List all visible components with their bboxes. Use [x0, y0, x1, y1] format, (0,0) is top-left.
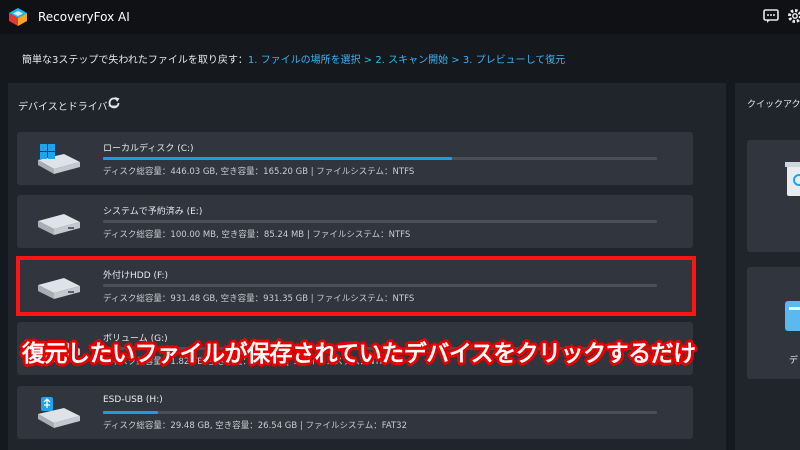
drive-usage-bar [103, 157, 657, 160]
hard-drive-icon [38, 278, 80, 299]
step-separator: > [448, 55, 463, 66]
drive-info: ディスク総容量：29.48 GB, 空き容量：26.54 GB | ファイルシス… [103, 421, 408, 431]
steps-intro: 簡単な3ステップで失われたファイルを取り戻す： [22, 55, 248, 66]
drive-card-f[interactable]: 外付けHDD (F:) ディスク総容量：931.48 GB, 空き容量：931.… [17, 259, 693, 312]
drive-usage-bar [103, 220, 657, 223]
recycle-bin-icon [785, 162, 800, 196]
drive-card-c[interactable]: ローカルディスク (C:) ディスク総容量：446.03 GB, 空き容量：16… [17, 132, 693, 185]
drive-usage-bar [103, 411, 657, 414]
annotation-caption: 復元したいファイルが保存されていたデバイスをクリックするだけ [22, 341, 696, 367]
quick-access-recycle-bin[interactable]: ご [747, 140, 800, 252]
drive-card-e[interactable]: システムで予約済み (E:) ディスク総容量：100.00 MB, 空き容量：8… [17, 195, 693, 248]
quick-access-title: クイックアクセス [747, 100, 800, 110]
devices-section-title: デバイスとドライバー [18, 102, 118, 113]
drive-name: システムで予約済み (E:) [103, 207, 203, 217]
step-separator: > [360, 55, 376, 66]
hard-drive-icon [38, 214, 80, 235]
title-bar: RecoveryFox AI [0, 0, 800, 34]
drive-usage-fill [103, 157, 453, 160]
drive-name: ローカルディスク (C:) [103, 144, 194, 154]
step-1-link: 1. ファイルの場所を選択 [247, 55, 361, 66]
drive-info: ディスク総容量：931.48 GB, 空き容量：931.35 GB | ファイル… [103, 294, 415, 304]
quick-access-panel: クイックアクセス ご デ [735, 83, 800, 450]
folder-icon [785, 301, 800, 331]
drive-info: ディスク総容量：100.00 MB, 空き容量：85.24 MB | ファイルシ… [103, 230, 411, 240]
drive-name: 外付けHDD (F:) [103, 271, 169, 281]
gear-icon[interactable] [786, 7, 800, 25]
step-2-link: 2. スキャン開始 [375, 55, 449, 66]
feedback-icon[interactable] [762, 7, 780, 25]
drive-name: ESD-USB (H:) [103, 395, 163, 405]
app-logo-icon [9, 8, 27, 26]
drive-info: ディスク総容量：446.03 GB, 空き容量：165.20 GB | ファイル… [103, 167, 415, 177]
drive-card-h[interactable]: ESD-USB (H:) ディスク総容量：29.48 GB, 空き容量：26.5… [17, 386, 693, 439]
app-title: RecoveryFox AI [38, 10, 130, 24]
windows-drive-icon [38, 144, 80, 174]
devices-panel: デバイスとドライバー ローカルディスク (C:) ディスク総容量：446.03 … [8, 83, 726, 450]
refresh-icon[interactable] [107, 96, 121, 110]
usb-drive-icon [38, 397, 80, 428]
step-3-link: 3. プレビューして復元 [462, 55, 566, 66]
steps-bar: 簡単な3ステップで失われたファイルを取り戻す：1. ファイルの場所を選択 > 2… [8, 47, 792, 75]
drive-usage-fill [103, 411, 159, 414]
drive-usage-bar [103, 284, 657, 287]
